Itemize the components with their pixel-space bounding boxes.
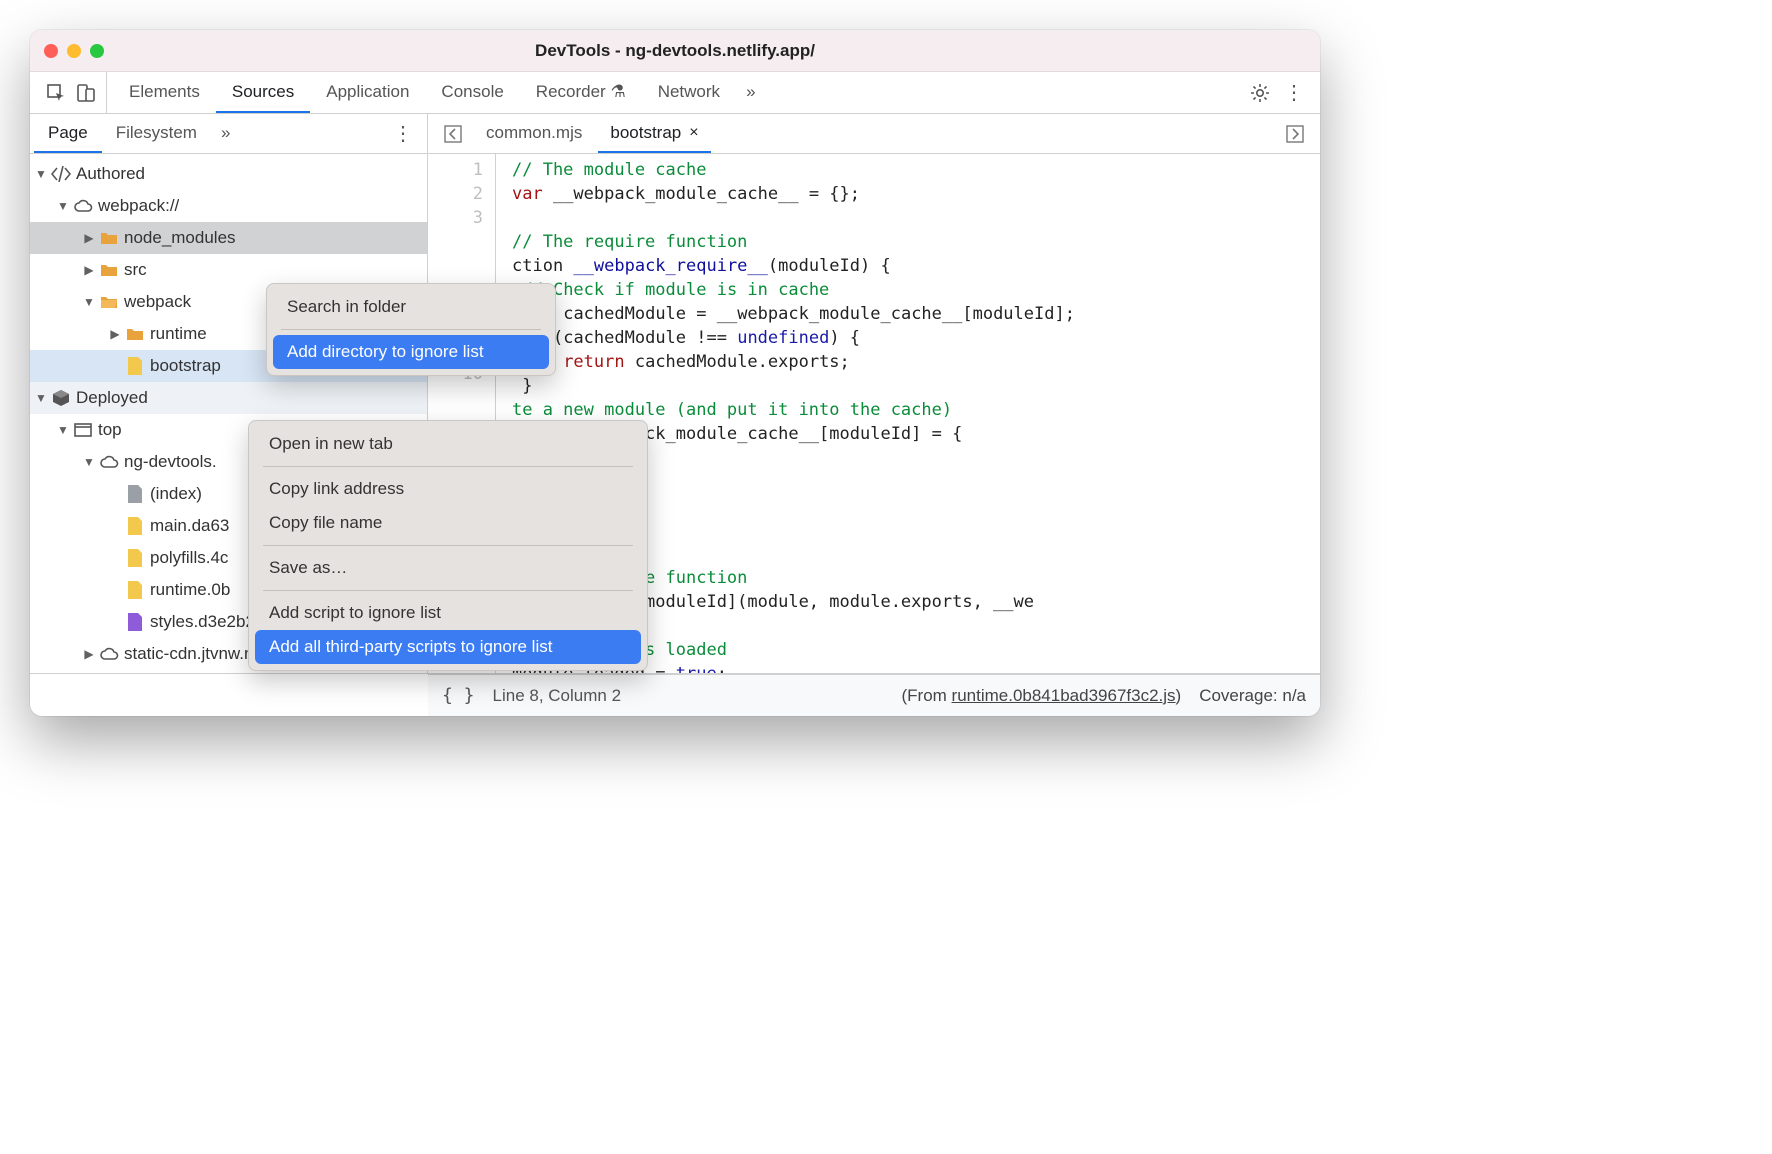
- cloud-icon: [72, 199, 94, 213]
- context-menu-folder: Search in folder Add directory to ignore…: [266, 283, 556, 376]
- tab-application[interactable]: Application: [310, 72, 425, 113]
- menu-separator: [281, 329, 541, 330]
- cloud-icon: [98, 647, 120, 661]
- titlebar: DevTools - ng-devtools.netlify.app/: [30, 30, 1320, 72]
- source-from-link[interactable]: runtime.0b841bad3967f3c2.js: [952, 686, 1176, 705]
- code-icon: [50, 166, 72, 182]
- close-window-icon[interactable]: [44, 44, 58, 58]
- tabs-overflow[interactable]: »: [736, 72, 765, 113]
- tab-sources[interactable]: Sources: [216, 72, 310, 113]
- chevron-down-icon: ▼: [34, 391, 48, 405]
- menu-separator: [263, 545, 633, 546]
- editor-statusbar: { } Line 8, Column 2 (From runtime.0b841…: [428, 674, 1320, 716]
- inspect-icon[interactable]: [46, 83, 66, 103]
- folder-icon: [124, 327, 146, 341]
- source-from: (From runtime.0b841bad3967f3c2.js): [901, 686, 1181, 706]
- tree-item-webpack-root[interactable]: ▼ webpack://: [30, 190, 427, 222]
- menu-separator: [263, 466, 633, 467]
- device-icon[interactable]: [76, 83, 96, 103]
- cursor-position: Line 8, Column 2: [493, 686, 622, 706]
- editor-tabs: common.mjs bootstrap ×: [428, 114, 1320, 154]
- sidebar-tab-filesystem[interactable]: Filesystem: [102, 114, 211, 153]
- coverage-label: Coverage: n/a: [1199, 686, 1306, 706]
- chevron-down-icon: ▼: [82, 455, 96, 469]
- css-file-icon: [124, 613, 146, 631]
- chevron-right-icon: ▶: [108, 327, 122, 341]
- tab-network[interactable]: Network: [642, 72, 736, 113]
- chevron-right-icon: ▶: [82, 263, 96, 277]
- menu-separator: [263, 590, 633, 591]
- file-icon: [124, 485, 146, 503]
- js-file-icon: [124, 357, 146, 375]
- devtools-window: DevTools - ng-devtools.netlify.app/ Elem…: [30, 30, 1320, 716]
- chevron-down-icon: ▼: [82, 295, 96, 309]
- folder-icon: [98, 231, 120, 245]
- context-menu-file: Open in new tab Copy link address Copy f…: [248, 420, 648, 671]
- package-icon: [50, 389, 72, 407]
- chevron-right-icon: ▶: [82, 647, 96, 661]
- js-file-icon: [124, 581, 146, 599]
- sidebar-tabs: Page Filesystem » ⋮: [30, 114, 427, 154]
- menu-save-as[interactable]: Save as…: [255, 551, 641, 585]
- top-toolbar: Elements Sources Application Console Rec…: [30, 72, 1320, 114]
- sidebar-more-icon[interactable]: ⋮: [383, 114, 423, 153]
- main-panel: Page Filesystem » ⋮ ▼ Authored ▼: [30, 114, 1320, 674]
- cloud-icon: [98, 455, 120, 469]
- editor-tab-common[interactable]: common.mjs: [474, 114, 594, 153]
- editor-tab-bootstrap[interactable]: bootstrap ×: [598, 114, 710, 153]
- menu-open-new-tab[interactable]: Open in new tab: [255, 427, 641, 461]
- history-back-icon[interactable]: [436, 114, 470, 153]
- tab-recorder[interactable]: Recorder ⚗: [520, 72, 642, 113]
- menu-add-all-third-party-ignore[interactable]: Add all third-party scripts to ignore li…: [255, 630, 641, 664]
- js-file-icon: [124, 517, 146, 535]
- sidebar-tabs-overflow[interactable]: »: [211, 114, 240, 153]
- menu-copy-file-name[interactable]: Copy file name: [255, 506, 641, 540]
- tab-elements[interactable]: Elements: [113, 72, 216, 113]
- tree-group-authored[interactable]: ▼ Authored: [30, 158, 427, 190]
- kebab-menu-icon[interactable]: ⋮: [1284, 80, 1304, 105]
- folder-open-icon: [98, 295, 120, 309]
- traffic-lights: [44, 44, 104, 58]
- sidebar-tab-page[interactable]: Page: [34, 114, 102, 153]
- chevron-down-icon: ▼: [56, 423, 70, 437]
- window-title: DevTools - ng-devtools.netlify.app/: [535, 41, 815, 61]
- settings-icon[interactable]: [1250, 83, 1270, 103]
- chevron-down-icon: ▼: [56, 199, 70, 213]
- folder-icon: [98, 263, 120, 277]
- tree-item-node-modules[interactable]: ▶ node_modules: [30, 222, 427, 254]
- zoom-window-icon[interactable]: [90, 44, 104, 58]
- minimize-window-icon[interactable]: [67, 44, 81, 58]
- frame-icon: [72, 423, 94, 437]
- flask-icon: ⚗: [610, 82, 625, 102]
- chevron-down-icon: ▼: [34, 167, 48, 181]
- history-forward-icon[interactable]: [1278, 114, 1312, 153]
- toolbar-left-icons: [36, 72, 107, 113]
- menu-search-in-folder[interactable]: Search in folder: [273, 290, 549, 324]
- menu-copy-link[interactable]: Copy link address: [255, 472, 641, 506]
- tab-console[interactable]: Console: [425, 72, 519, 113]
- close-tab-icon[interactable]: ×: [689, 124, 698, 142]
- pretty-print-icon[interactable]: { }: [442, 685, 475, 706]
- js-file-icon: [124, 549, 146, 567]
- tree-item-src[interactable]: ▶ src: [30, 254, 427, 286]
- chevron-right-icon: ▶: [82, 231, 96, 245]
- menu-add-directory-ignore[interactable]: Add directory to ignore list: [273, 335, 549, 369]
- menu-add-script-ignore[interactable]: Add script to ignore list: [255, 596, 641, 630]
- tree-group-deployed[interactable]: ▼ Deployed: [30, 382, 427, 414]
